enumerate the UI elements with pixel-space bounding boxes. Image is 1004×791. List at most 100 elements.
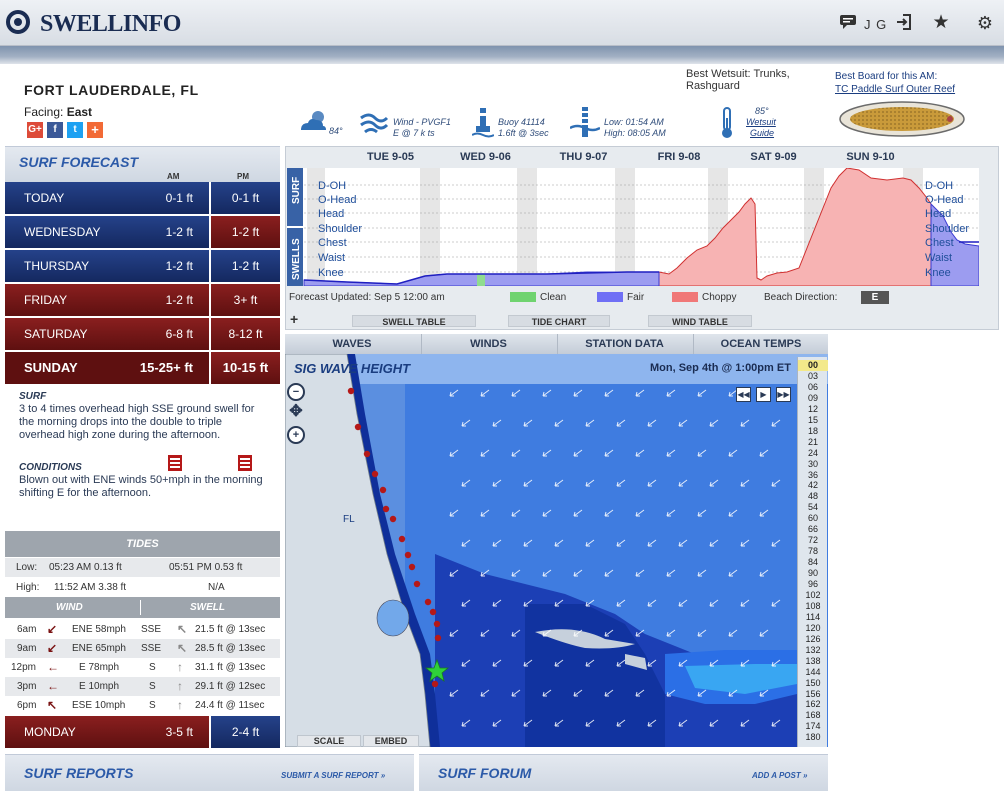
scale-tick[interactable]: 15 — [798, 415, 828, 426]
forecast-row-monday[interactable]: MONDAY 3-5 ft 2-4 ft — [5, 716, 280, 749]
embed-button[interactable]: EMBED — [363, 735, 419, 747]
swellinfo-logo-icon[interactable] — [6, 10, 30, 34]
scale-tick[interactable]: 162 — [798, 699, 828, 710]
tide-chart-button[interactable]: TIDE CHART — [508, 315, 610, 327]
scale-tick[interactable]: 96 — [798, 579, 828, 590]
scale-tick[interactable]: 24 — [798, 448, 828, 459]
time-scale[interactable]: 00 03 06 09 12 15 18 21 24 30 36 42 48 54 60 66 72 78 84 90… — [797, 357, 828, 747]
scale-tick[interactable]: 06 — [798, 382, 828, 393]
tide-high-1: 11:52 AM 3.38 ft — [54, 582, 127, 593]
forecast-am: 1-2 ft — [165, 259, 193, 273]
wave-height-map[interactable]: FL — [285, 354, 828, 747]
scale-tick[interactable]: 60 — [798, 513, 828, 524]
surfboard-image — [839, 101, 965, 137]
air-temp-block: 84° — [298, 102, 353, 142]
play-icon[interactable]: ▶ — [756, 387, 771, 402]
water-temp: 85° — [755, 106, 769, 116]
wetsuit-guide-link-1[interactable]: Wetsuit — [746, 117, 776, 127]
water-temp-block[interactable]: 85° Wetsuit Guide — [712, 102, 792, 142]
gear-icon[interactable]: ⚙ — [976, 14, 994, 32]
row-wind: ENE 65mph — [72, 643, 126, 654]
beach-direction-value: E — [861, 291, 889, 304]
forecast-row-wednesday[interactable]: WEDNESDAY 1-2 ft 1-2 ft — [5, 216, 280, 249]
brand-name[interactable]: SWELLINFO — [40, 11, 181, 38]
login-icon[interactable] — [895, 14, 913, 32]
google-plus-icon[interactable]: G+ — [27, 122, 43, 138]
scale-tick[interactable]: 150 — [798, 678, 828, 689]
wind-arrow-icon: ← — [47, 679, 59, 693]
wind-value: E @ 7 k ts — [393, 128, 435, 138]
scale-tick[interactable]: 144 — [798, 667, 828, 678]
scale-tick[interactable]: 18 — [798, 426, 828, 437]
scale-tick[interactable]: 03 — [798, 371, 828, 382]
forecast-row-thursday[interactable]: THURSDAY 1-2 ft 1-2 ft — [5, 250, 280, 283]
wetsuit-guide-link-2[interactable]: Guide — [750, 128, 774, 138]
scale-tick[interactable]: 30 — [798, 459, 828, 470]
pan-icon[interactable]: ✥ — [287, 404, 305, 423]
forecast-row-sunday[interactable]: SUNDAY 15-25+ ft 10-15 ft — [5, 352, 280, 385]
wind-table-button[interactable]: WIND TABLE — [648, 315, 752, 327]
scale-tick[interactable]: 120 — [798, 623, 828, 634]
wind-icon — [360, 113, 389, 134]
scale-tick[interactable]: 42 — [798, 480, 828, 491]
scale-tick[interactable]: 48 — [798, 491, 828, 502]
facebook-icon[interactable]: f — [47, 122, 63, 138]
surf-height-chart[interactable]: SURF SWELLS D-OH O-Head Head Shoulder Chest W… — [287, 168, 979, 286]
row-swell: 24.4 ft @ 11sec — [195, 700, 265, 711]
scale-button[interactable]: SCALE — [297, 735, 361, 747]
swell-arrow-icon: ↑ — [177, 679, 183, 693]
forecast-row-saturday[interactable]: SATURDAY 6-8 ft 8-12 ft — [5, 318, 280, 351]
tab-waves[interactable]: WAVES — [285, 334, 419, 354]
add-share-icon[interactable]: + — [87, 122, 103, 138]
best-board-label: Best Board for this AM: — [835, 71, 938, 82]
scale-tick[interactable]: 66 — [798, 524, 828, 535]
submit-surf-report-link[interactable]: SUBMIT A SURF REPORT » — [281, 771, 385, 780]
scale-tick[interactable]: 90 — [798, 568, 828, 579]
tab-ocean-temps[interactable]: OCEAN TEMPS — [693, 334, 828, 354]
add-post-link[interactable]: ADD A POST » — [752, 771, 807, 780]
chat-icon[interactable] — [839, 14, 857, 32]
swell-table-button[interactable]: SWELL TABLE — [352, 315, 476, 327]
fast-forward-icon[interactable]: ▶▶ — [776, 387, 791, 402]
scale-tick[interactable]: 180 — [798, 732, 828, 743]
scale-tick[interactable]: 84 — [798, 557, 828, 568]
chart-expand-button[interactable]: + — [290, 311, 298, 327]
scale-tick[interactable]: 114 — [798, 612, 828, 623]
scale-tick[interactable]: 36 — [798, 470, 828, 481]
tab-winds[interactable]: WINDS — [421, 334, 555, 354]
tide-block[interactable]: Low: 01:54 AM High: 08:05 AM — [570, 102, 685, 142]
forecast-row-friday[interactable]: FRIDAY 1-2 ft 3+ ft — [5, 284, 280, 317]
scale-tick[interactable]: 72 — [798, 535, 828, 546]
scale-tick[interactable]: 102 — [798, 590, 828, 601]
tab-station-data[interactable]: STATION DATA — [557, 334, 691, 354]
forecast-row-today[interactable]: TODAY 0-1 ft 0-1 ft — [5, 182, 280, 215]
scale-tick[interactable]: 168 — [798, 710, 828, 721]
best-board: Best Board for this AM: TC Paddle Surf O… — [835, 70, 955, 96]
row-wind: ENE 58mph — [72, 624, 126, 635]
twitter-icon[interactable]: t — [67, 122, 83, 138]
zoom-out-icon[interactable]: − — [287, 383, 305, 401]
zoom-in-icon[interactable]: + — [287, 426, 305, 444]
chart-day-header: SAT 9-09 — [750, 151, 797, 163]
scale-tick[interactable]: 09 — [798, 393, 828, 404]
rewind-icon[interactable]: ◀◀ — [736, 387, 751, 402]
legend-clean: Clean — [540, 292, 567, 303]
scale-tick[interactable]: 12 — [798, 404, 828, 415]
scale-tick[interactable]: 00 — [798, 360, 828, 371]
wind-block[interactable]: Wind - PVGF1 E @ 7 k ts — [359, 102, 469, 142]
scale-tick[interactable]: 156 — [798, 689, 828, 700]
scale-tick[interactable]: 78 — [798, 546, 828, 557]
scale-tick[interactable]: 132 — [798, 645, 828, 656]
y-axis-label: Knee — [318, 267, 344, 279]
user-initials[interactable]: J G — [864, 17, 887, 32]
scale-tick[interactable]: 138 — [798, 656, 828, 667]
scale-tick[interactable]: 108 — [798, 601, 828, 612]
row-swell: 29.1 ft @ 12sec — [195, 681, 266, 692]
scale-tick[interactable]: 21 — [798, 437, 828, 448]
scale-tick[interactable]: 126 — [798, 634, 828, 645]
best-board-link[interactable]: TC Paddle Surf Outer Reef — [835, 84, 955, 95]
scale-tick[interactable]: 174 — [798, 721, 828, 732]
buoy-block[interactable]: Buoy 41114 1.6ft @ 3sec — [472, 102, 567, 142]
star-icon[interactable]: ★ — [932, 13, 950, 32]
scale-tick[interactable]: 54 — [798, 502, 828, 513]
